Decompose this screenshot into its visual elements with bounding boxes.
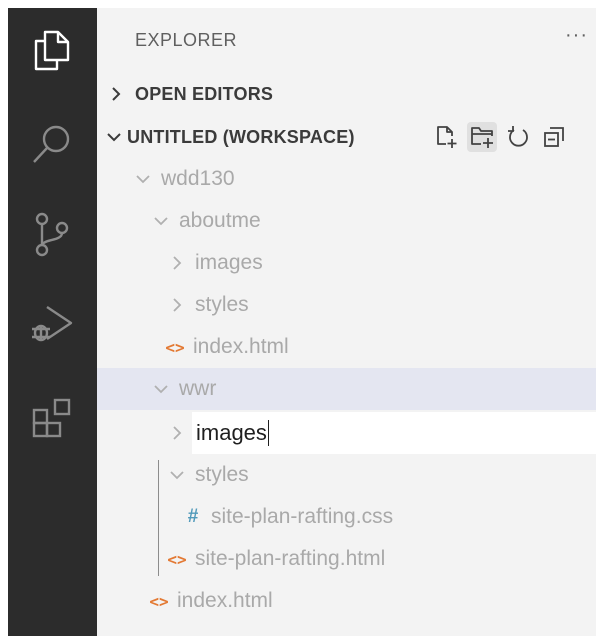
tree-folder-aboutme[interactable]: aboutme (97, 200, 596, 242)
tree-label: index.html (193, 335, 289, 358)
tree-file-root-index[interactable]: <> index.html (97, 580, 596, 622)
explorer-title: EXPLORER (135, 30, 238, 50)
chevron-down-icon (133, 169, 153, 189)
chevron-down-icon (167, 465, 187, 485)
search-icon[interactable] (22, 114, 82, 174)
chevron-down-icon (151, 211, 171, 231)
html-file-icon: <> (149, 591, 169, 611)
tree-label: index.html (177, 589, 273, 612)
tree-label: wdd130 (161, 167, 235, 190)
new-file-button[interactable] (431, 122, 461, 152)
run-debug-icon[interactable] (22, 294, 82, 354)
rename-input[interactable]: images (192, 412, 596, 454)
tree-label: aboutme (179, 209, 261, 232)
activity-bar (8, 8, 97, 636)
html-file-icon: <> (167, 549, 187, 569)
workspace-label: UNTITLED (WORKSPACE) (127, 126, 355, 147)
open-editors-label: OPEN EDITORS (135, 83, 274, 104)
chevron-right-icon (167, 253, 187, 273)
tree-file-css[interactable]: # site-plan-rafting.css (97, 496, 596, 538)
refresh-button[interactable] (503, 122, 533, 152)
vscode-window: EXPLORER ··· OPEN EDITORS UNTITLED (WORK… (8, 8, 596, 636)
html-file-icon: <> (165, 337, 185, 357)
tree-folder-aboutme-images[interactable]: images (97, 242, 596, 284)
workspace-section-header[interactable]: UNTITLED (WORKSPACE) (97, 120, 596, 154)
tree-folder-wwr-styles[interactable]: styles (97, 454, 596, 496)
extensions-icon[interactable] (22, 388, 82, 448)
open-editors-section-header[interactable]: OPEN EDITORS (97, 77, 596, 111)
workspace-actions (431, 120, 569, 154)
explorer-sidebar: EXPLORER ··· OPEN EDITORS UNTITLED (WORK… (97, 8, 596, 636)
indent-guide (158, 460, 159, 576)
collapse-all-button[interactable] (539, 122, 569, 152)
source-control-icon[interactable] (22, 204, 82, 264)
chevron-down-icon (151, 379, 171, 399)
tree-folder-wdd130[interactable]: wdd130 (97, 158, 596, 200)
chevron-right-icon (167, 295, 187, 315)
tree-label: styles (195, 293, 249, 316)
chevron-right-icon (97, 85, 135, 103)
explorer-icon[interactable] (22, 20, 82, 80)
text-caret (267, 420, 270, 446)
tree-label: site-plan-rafting.css (211, 505, 394, 528)
tree-file-aboutme-index[interactable]: <> index.html (97, 326, 596, 368)
more-actions-button[interactable]: ··· (565, 24, 588, 47)
tree-file-html[interactable]: <> site-plan-rafting.html (97, 538, 596, 580)
tree-folder-wwr[interactable]: wwr (97, 368, 596, 410)
new-folder-button[interactable] (467, 122, 497, 152)
tree-label: styles (195, 463, 249, 486)
tree-folder-aboutme-styles[interactable]: styles (97, 284, 596, 326)
rename-input-value: images (196, 420, 267, 445)
css-file-icon: # (187, 506, 199, 527)
tree-label: site-plan-rafting.html (195, 547, 386, 570)
tree-label: images (195, 251, 263, 274)
tree-label: wwr (179, 377, 217, 400)
chevron-right-icon (167, 423, 187, 443)
